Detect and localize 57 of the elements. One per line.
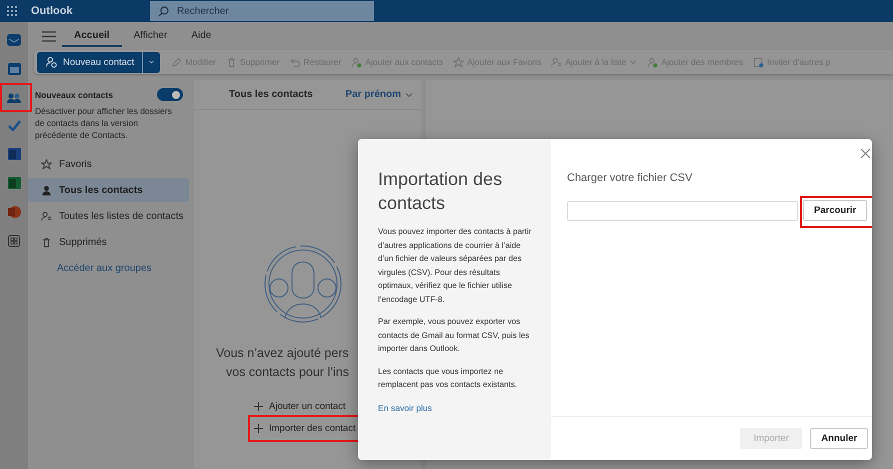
delete-icon [41, 236, 52, 248]
close-icon[interactable] [861, 149, 870, 158]
person-icon [41, 184, 52, 196]
groups-link[interactable]: Accéder aux groupes [28, 255, 192, 274]
app-title: Outlook [31, 5, 74, 17]
plus-icon [254, 424, 263, 433]
dialog-paragraph: Par exemple, vous pouvez exporter vos contacts de Gmail au format CSV, puis les importer dans Outlook. [378, 316, 530, 355]
empty-state-text: Vous n’avez ajouté pers [216, 345, 349, 362]
mail-icon[interactable] [7, 34, 21, 46]
list-icon [551, 56, 562, 68]
chevron-icon [629, 58, 638, 66]
new-contact-button[interactable]: Nouveau contact [37, 52, 142, 72]
nav-item[interactable]: Tous les contacts [28, 178, 189, 202]
empty-state-action[interactable]: Importer des contact [254, 420, 356, 437]
add-person-icon [351, 56, 362, 68]
people-icon[interactable] [7, 92, 21, 102]
learn-more-link[interactable]: En savoir plus [378, 402, 533, 412]
chevron-icon [149, 58, 154, 66]
nav-item[interactable]: Toutes les listes de contacts [28, 204, 189, 228]
edit-icon [171, 56, 182, 68]
dialog-title: Importation des contacts [378, 168, 504, 215]
upload-heading: Charger votre fichier CSV [567, 172, 694, 184]
file-path-field[interactable] [567, 200, 798, 220]
nav-item[interactable]: Favoris [28, 152, 189, 176]
add-person-icon [647, 56, 658, 68]
invite-icon [753, 56, 764, 68]
toggle-label: Nouveaux contacts [35, 90, 113, 100]
empty-state-text: vos contacts pour l’ins [225, 364, 349, 381]
ribbon-tab[interactable]: Aide [179, 26, 224, 46]
toggle-description: Désactiver pour afficher les dossiers de contacts dans la version précédente de Contacts. [35, 105, 173, 141]
delete-icon [226, 56, 237, 68]
search-field[interactable]: Rechercher [150, 1, 374, 21]
app-launcher-icon[interactable] [7, 6, 18, 16]
plus-icon [254, 402, 263, 411]
sort-dropdown[interactable]: Par prénom [345, 89, 413, 100]
list-title: Tous les contacts [229, 89, 313, 100]
add-person-icon [45, 56, 57, 68]
ribbon-tab[interactable]: Accueil [62, 26, 122, 46]
checkmark-icon[interactable] [8, 120, 20, 131]
chevron-icon [405, 90, 413, 98]
menu-icon[interactable] [42, 30, 56, 42]
restore-icon [290, 56, 301, 68]
dropdown-button[interactable] [142, 52, 160, 72]
empty-state-action[interactable]: Ajouter un contact [254, 398, 346, 415]
star-icon [41, 158, 52, 170]
dialog-button[interactable]: Annuler [810, 428, 868, 449]
nav-item[interactable]: Supprimés [28, 230, 189, 254]
apps-icon[interactable] [8, 235, 20, 247]
star-icon [453, 56, 464, 68]
toggle-switch[interactable] [157, 88, 183, 101]
ribbon-tab[interactable]: Afficher [122, 26, 180, 46]
search-icon [158, 6, 169, 16]
browse-button[interactable]: Parcourir [803, 200, 868, 221]
dialog-paragraph: Les contacts que vous importez ne remplacent pas vos contacts existants. [378, 366, 518, 391]
list-icon [41, 210, 52, 222]
dialog-paragraph: Vous pouvez importer des contacts à partir d’autres applications de courrier à l’aide d’un fichier de valeurs séparées par des virgules (CSV). Pour des résultats optimaux, vérifiez que le fichier utilise l’encodage UTF-8. [378, 226, 532, 306]
calendar-icon[interactable] [8, 63, 20, 75]
